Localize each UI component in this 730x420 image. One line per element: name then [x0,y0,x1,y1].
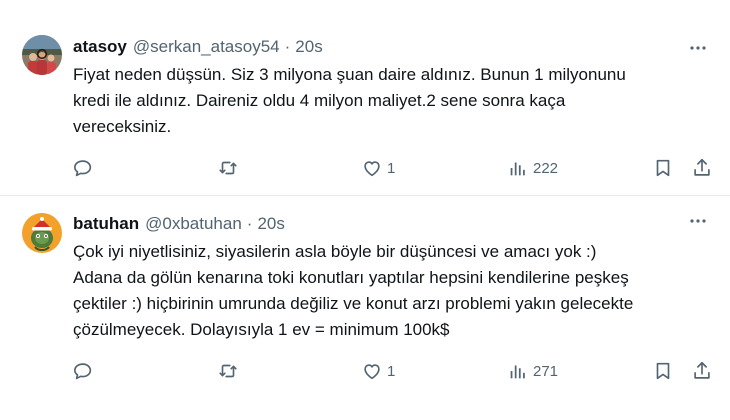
reply-icon [74,160,92,177]
tweet-header: batuhan @0xbatuhan · 20s [73,214,285,234]
like-button[interactable]: 1 [361,156,395,180]
author-name[interactable]: batuhan [73,214,139,234]
tweet-actions: 1 222 [0,156,730,180]
tweet-header: atasoy @serkan_atasoy54 · 20s [73,37,323,57]
share-icon [694,361,710,379]
timestamp[interactable]: 20s [295,37,322,57]
share-button[interactable] [691,359,713,383]
views-count: 222 [533,159,559,177]
author-handle[interactable]: @0xbatuhan [145,214,242,234]
views-icon [510,365,525,379]
timestamp[interactable]: 20s [257,214,284,234]
avatar[interactable] [22,213,62,253]
retweet-button[interactable] [217,359,243,383]
tweet-text-line: çektiler :) hiçbirinin umrunda değiliz v… [73,294,634,313]
tweet[interactable]: atasoy @serkan_atasoy54 · 20s Fiyat nede… [0,0,730,195]
retweet-icon [219,364,237,378]
reply-button[interactable] [72,156,98,180]
author-name[interactable]: atasoy [73,37,127,57]
like-count: 1 [387,159,396,177]
retweet-icon [219,161,237,175]
more-icon[interactable] [688,38,708,58]
bookmark-button[interactable] [652,359,674,383]
tweet-text-line: Çok iyi niyetlisiniz, siyasilerin asla b… [73,242,597,261]
tweet-text-line: Fiyat neden düşsün. Siz 3 milyona şuan d… [73,65,626,84]
separator: · [284,37,291,56]
views-button[interactable]: 222 [507,156,558,180]
tweet-actions: 1 271 [0,359,730,383]
share-button[interactable] [691,156,713,180]
like-count: 1 [387,362,396,380]
views-count: 271 [533,362,559,380]
avatar[interactable] [22,35,62,75]
views-button[interactable]: 271 [507,359,558,383]
tweet-text-line: kredi ile aldınız. Daireniz oldu 4 milyo… [73,91,566,110]
tweet[interactable]: batuhan @0xbatuhan · 20s Çok iyi niyetli… [0,197,730,420]
tweet-text-line: Adana da gölün kenarına toki konutları y… [73,268,629,287]
views-icon [510,162,525,176]
bookmark-icon [656,362,670,380]
divider [0,195,730,196]
more-icon[interactable] [688,211,708,231]
reply-icon [74,363,92,380]
author-handle[interactable]: @serkan_atasoy54 [133,37,280,57]
tweet-text: Çok iyi niyetlisiniz, siyasilerin asla b… [73,239,713,343]
tweet-text: Fiyat neden düşsün. Siz 3 milyona şuan d… [73,62,713,140]
tweet-text-line: vereceksiniz. [73,117,172,136]
tweet-text-line: çözülmeyecek. Dolayısıyla 1 ev = minimum… [73,320,450,339]
bookmark-icon [656,159,670,177]
bookmark-button[interactable] [652,156,674,180]
share-icon [694,158,710,176]
heart-icon [364,364,380,380]
reply-button[interactable] [72,359,98,383]
like-button[interactable]: 1 [361,359,395,383]
heart-icon [364,161,380,177]
separator: · [246,214,253,233]
retweet-button[interactable] [217,156,243,180]
